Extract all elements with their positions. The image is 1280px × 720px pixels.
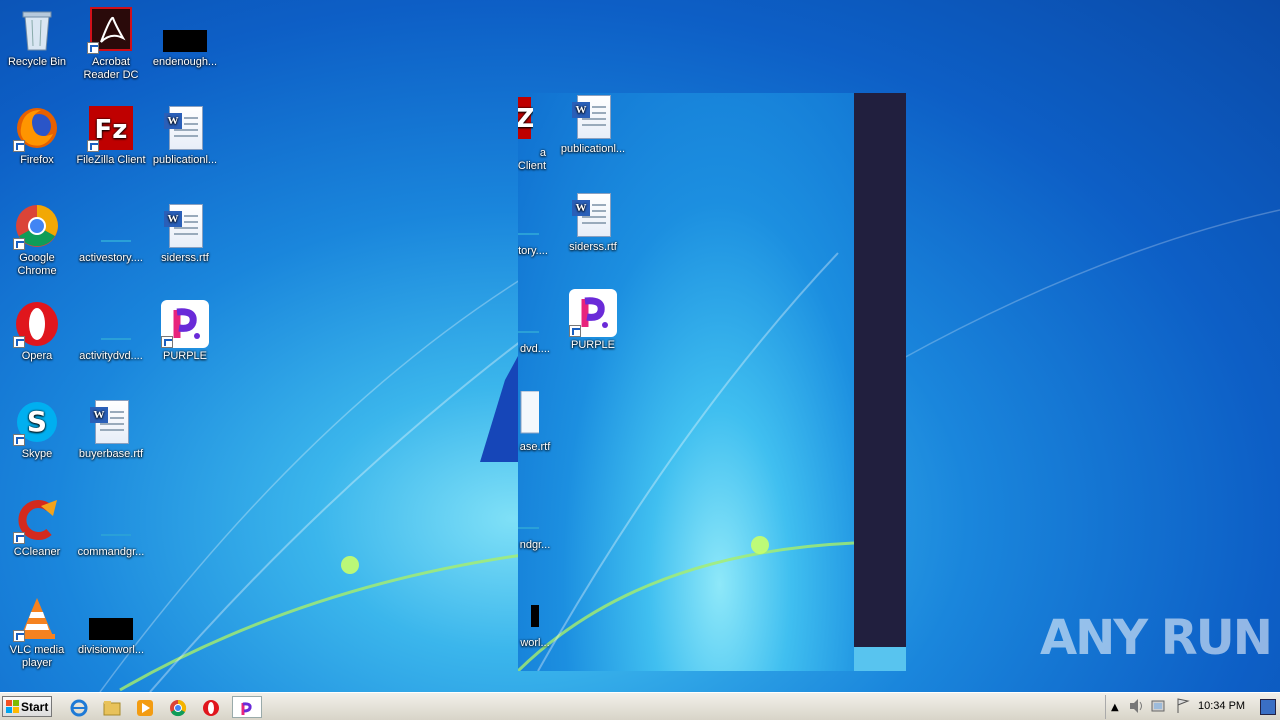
filezilla-icon: Z [518,97,534,139]
word-document-icon: W [164,204,203,248]
taskbar-chrome[interactable] [165,696,191,718]
black-file-icon [89,618,133,640]
chrome-icon [170,699,187,717]
blank-file-icon [101,534,131,536]
action-center-flag-icon [1177,698,1190,713]
start-button[interactable]: Start [2,696,52,717]
recycle-bin-desktop-icon[interactable]: Recycle Bin [0,2,74,69]
taskbar-purple-active[interactable] [232,696,262,718]
blank-file-icon [518,233,539,235]
tray-icons: ▲ [1111,698,1190,713]
ghost-activestory-fragment: tory.... [518,191,552,258]
ghost-publication-icon: W publicationl... [556,93,630,156]
ghost-buyerbase-fragment: ase.rtf [518,387,552,454]
ghost-filezilla-fragment: Z a Client [518,93,546,173]
svg-text:▲: ▲ [1111,702,1119,713]
opera-icon [203,700,219,716]
ghost-strip [854,647,906,671]
black-file-icon [163,30,207,52]
taskbar-media-player[interactable] [132,696,158,718]
media-player-icon [137,700,153,716]
purple-app-icon [241,702,252,715]
system-tray: ▲ 10:34 PM [1105,695,1280,719]
activestory-desktop-icon[interactable]: activestory.... [74,198,148,265]
svg-text:S: S [27,405,47,438]
ccleaner-desktop-icon[interactable]: CCleaner [0,492,74,559]
endenough-desktop-icon[interactable]: endenough... [148,2,222,69]
ghost-commandgr-fragment: ndgr... [518,485,552,552]
ghost-activitydvd-fragment: dvd.... [518,289,552,356]
ghost-divisionworl-fragment: worl... [518,583,555,650]
ghost-siderss-icon: W siderss.rtf [556,187,630,254]
word-document-icon: W [164,106,203,150]
blank-file-icon [101,240,131,242]
blank-file-icon [518,527,539,529]
opera-desktop-icon[interactable]: Opera [0,296,74,363]
acrobat-desktop-icon[interactable]: Acrobat Reader DC [74,2,148,82]
network-icon [1151,700,1165,712]
word-document-icon: W [90,400,129,444]
recycle-bin-icon [22,11,52,51]
taskbar: Start ▲ 10:34 PM [0,692,1280,720]
purple-desktop-icon[interactable]: PURPLE [148,296,222,363]
word-document-icon [520,390,544,434]
dark-window-panel [854,93,906,647]
svg-text:Z: Z [518,104,533,134]
publication-desktop-icon[interactable]: W publicationl... [148,100,222,167]
folder-icon [103,701,121,716]
skype-desktop-icon[interactable]: S Skype [0,394,74,461]
black-file-icon [531,605,555,627]
word-document-icon: W [572,193,611,237]
buyerbase-desktop-icon[interactable]: W buyerbase.rtf [74,394,148,461]
taskbar-opera[interactable] [198,696,224,718]
siderss-desktop-icon[interactable]: W siderss.rtf [148,198,222,265]
taskbar-explorer[interactable] [99,696,125,718]
ghost-purple-icon: PURPLE [556,285,630,352]
activitydvd-desktop-icon[interactable]: activitydvd.... [74,296,148,363]
firefox-desktop-icon[interactable]: Firefox [0,100,74,167]
commandgr-desktop-icon[interactable]: commandgr... [74,492,148,559]
ghost-window: Z a Client tory.... dvd.... ase.rtf ndgr… [518,93,854,671]
volume-icon [1130,699,1142,713]
windows-logo-icon [6,700,19,713]
word-document-icon: W [572,95,611,139]
filezilla-desktop-icon[interactable]: Fz FileZilla Client [74,100,148,167]
vlc-desktop-icon[interactable]: VLC media player [0,590,74,670]
show-desktop-button[interactable] [1260,699,1276,715]
taskbar-clock[interactable]: 10:34 PM [1198,700,1245,712]
chrome-desktop-icon[interactable]: Google Chrome [0,198,74,278]
taskbar-internet-explorer[interactable] [66,696,92,718]
anyrun-watermark: ANY RUN [1040,610,1273,666]
divisionworl-desktop-icon[interactable]: divisionworl... [74,590,148,657]
svg-text:Fz: Fz [95,115,128,145]
internet-explorer-icon [70,699,88,717]
ghost-wallpaper [518,252,854,671]
blank-file-icon [101,338,131,340]
blank-file-icon [518,331,539,333]
